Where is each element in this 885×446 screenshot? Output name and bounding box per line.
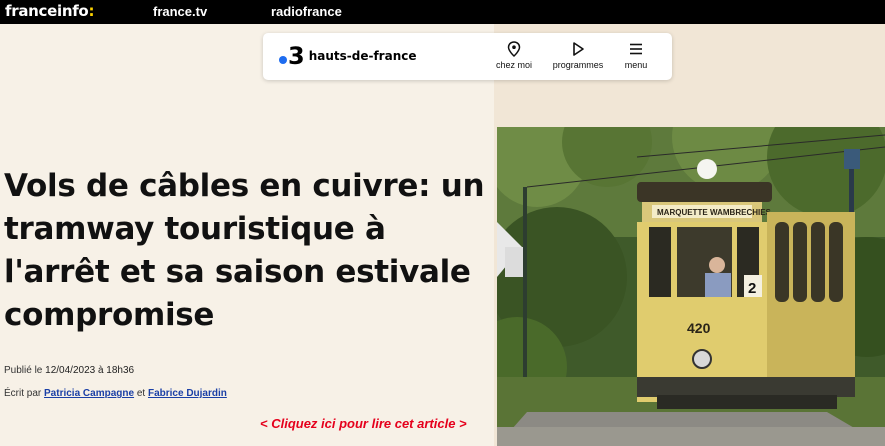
byline-separator: et <box>136 388 146 399</box>
byline-label: Écrit par <box>4 388 42 399</box>
read-article-link[interactable]: < Cliquez ici pour lire cet article > <box>260 416 467 431</box>
title-line: tramway touristique à <box>4 211 386 247</box>
published-value: 12/04/2023 à 18h36 <box>45 365 135 376</box>
published-label: Publié le <box>4 365 43 376</box>
nav-label: chez moi <box>495 60 532 70</box>
radiofrance-link[interactable]: radiofrance <box>271 4 342 19</box>
logo-number: 3 <box>288 42 305 70</box>
site-header: 3 hauts-de-france chez moi programmes me… <box>263 33 672 80</box>
nav-chez-moi[interactable]: chez moi <box>493 41 535 70</box>
nav-label: programmes <box>552 60 604 70</box>
tram-side-number: 2 <box>748 280 756 297</box>
title-line: Vols de câbles en cuivre: un <box>4 168 485 204</box>
network-bar: franceinfo: france.tv radiofrance <box>0 0 885 24</box>
tram-sign-left: MARQUETTE <box>657 208 708 217</box>
france3-hdf-logo[interactable]: 3 hauts-de-france <box>279 43 417 69</box>
tram-front-number: 420 <box>687 320 711 336</box>
article-title: Vols de câbles en cuivre: un tramway tou… <box>4 165 496 337</box>
logo-dot-icon <box>279 56 287 64</box>
play-icon <box>573 42 584 56</box>
published-date: Publié le 12/04/2023 à 18h36 <box>4 365 134 376</box>
title-line: compromise <box>4 297 215 333</box>
title-line: l'arrêt et sa saison estivale <box>4 254 471 290</box>
author-link-1[interactable]: Patricia Campagne <box>44 388 134 399</box>
nav-label: menu <box>624 60 648 70</box>
hamburger-menu-icon <box>630 43 642 55</box>
author-link-2[interactable]: Fabrice Dujardin <box>148 388 227 399</box>
article-photo: MARQUETTE WAMBRECHIES 2 420 <box>497 127 885 446</box>
tram-photo-illustration: MARQUETTE WAMBRECHIES 2 420 <box>497 127 885 446</box>
tram-sign-right: WAMBRECHIES <box>710 208 772 217</box>
byline: Écrit par Patricia Campagne et Fabrice D… <box>4 388 227 399</box>
nav-menu[interactable]: menu <box>621 41 651 70</box>
franceinfo-logo[interactable]: franceinfo: <box>5 2 94 20</box>
logo-region: hauts-de-france <box>308 49 417 63</box>
francetv-link[interactable]: france.tv <box>153 4 207 19</box>
location-pin-icon <box>507 41 521 57</box>
nav-programmes[interactable]: programmes <box>550 41 606 70</box>
